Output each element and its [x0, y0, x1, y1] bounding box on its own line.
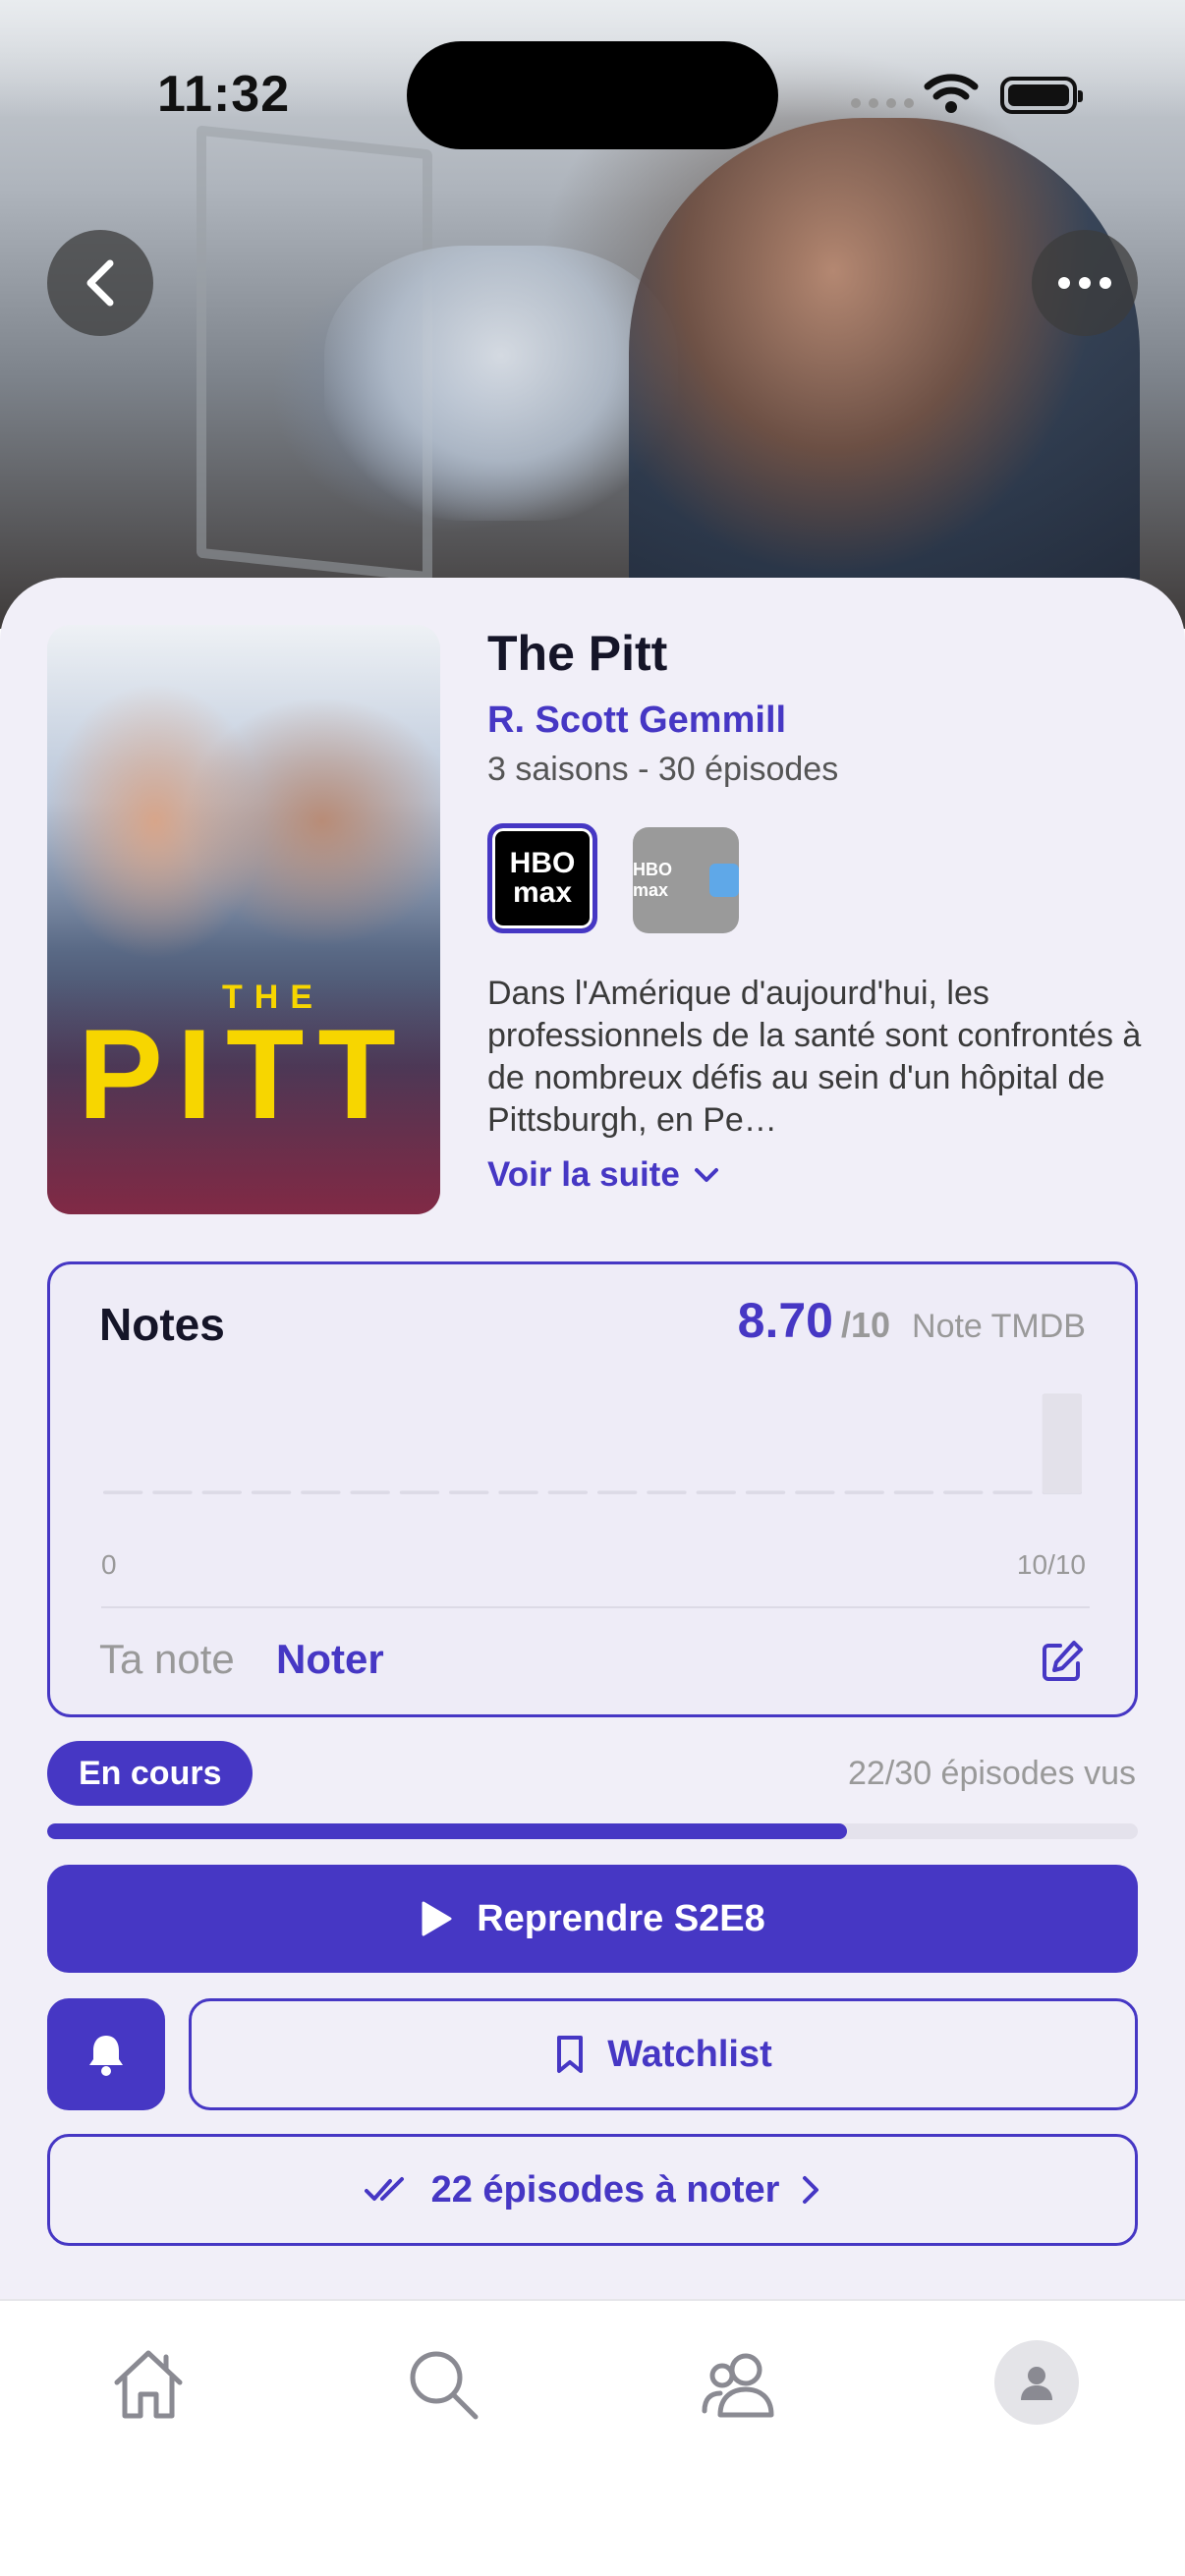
- tab-bar: [0, 2299, 1185, 2576]
- tmdb-score: 8.70 /10 Note TMDB: [738, 1292, 1086, 1349]
- wifi-icon: [924, 74, 979, 113]
- rate-episodes-button[interactable]: 22 épisodes à noter: [47, 2134, 1138, 2246]
- resume-label: Reprendre S2E8: [477, 1897, 765, 1939]
- status-bar: 11:32: [0, 0, 1185, 187]
- tab-social[interactable]: [698, 2340, 786, 2429]
- chevron-right-icon: [803, 2176, 819, 2204]
- chart-baseline-5: [301, 1490, 341, 1494]
- play-icon: [422, 1901, 452, 1936]
- chart-baseline-6: [350, 1490, 390, 1494]
- people-icon: [702, 2353, 774, 2418]
- double-check-icon: [364, 2177, 404, 2201]
- bell-icon: [89, 2036, 123, 2076]
- chart-baseline-10: [547, 1490, 588, 1494]
- watch-progress-fill: [47, 1823, 847, 1839]
- chart-baseline-1: [103, 1490, 143, 1494]
- prime-video-icon: [708, 864, 739, 897]
- rate-button[interactable]: Noter: [276, 1636, 384, 1683]
- show-description: Dans l'Amérique d'aujourd'hui, les profe…: [487, 975, 1142, 1139]
- ellipsis-icon: [1058, 277, 1111, 289]
- edit-icon[interactable]: [1039, 1638, 1086, 1685]
- watchlist-button[interactable]: Watchlist: [189, 1998, 1138, 2110]
- rate-episodes-label: 22 épisodes à noter: [430, 2168, 780, 2211]
- resume-button[interactable]: Reprendre S2E8: [47, 1865, 1138, 1973]
- show-creator-link[interactable]: R. Scott Gemmill: [487, 700, 786, 742]
- ratings-card: Notes 8.70 /10 Note TMDB 0 10/10 Ta note…: [47, 1261, 1138, 1717]
- provider-label: HBO max: [633, 860, 672, 900]
- bookmark-icon: [557, 2036, 584, 2073]
- back-button[interactable]: [47, 230, 153, 336]
- chart-baseline-18: [943, 1490, 984, 1494]
- clock: 11:32: [157, 66, 291, 123]
- dynamic-island: [407, 41, 778, 149]
- ratings-title: Notes: [99, 1299, 225, 1350]
- score-max: /10: [840, 1305, 891, 1345]
- chart-baseline-13: [696, 1490, 736, 1494]
- chart-baseline-12: [647, 1490, 687, 1494]
- show-poster: THE PITT: [47, 625, 440, 1214]
- more-options-button[interactable]: [1032, 230, 1138, 336]
- provider-hbo-max[interactable]: HBO max: [487, 823, 597, 933]
- hero-figure: [629, 118, 1140, 629]
- ratings-distribution-chart: [103, 1393, 1082, 1494]
- watch-progress-bar: [47, 1823, 1138, 1839]
- axis-max-label: 10/10: [1016, 1549, 1086, 1580]
- chart-baseline-14: [745, 1490, 786, 1494]
- provider-label: HBO max: [509, 847, 576, 909]
- tab-search[interactable]: [399, 2340, 487, 2429]
- divider: [101, 1606, 1090, 1608]
- chart-baseline-16: [844, 1490, 884, 1494]
- watchlist-label: Watchlist: [607, 2033, 772, 2075]
- your-rating-label: Ta note: [99, 1636, 235, 1682]
- chart-baseline-8: [449, 1490, 489, 1494]
- chevron-down-icon: [694, 1168, 718, 1182]
- chart-baseline-17: [893, 1490, 934, 1494]
- home-icon: [114, 2350, 183, 2419]
- episodes-watched-count: 22/30 épisodes vus: [848, 1755, 1136, 1792]
- battery-icon: [1000, 77, 1083, 114]
- chart-baseline-3: [201, 1490, 242, 1494]
- tab-profile[interactable]: [994, 2340, 1079, 2425]
- chart-bar-20: [1042, 1393, 1082, 1494]
- score-source: Note TMDB: [912, 1308, 1086, 1345]
- chevron-left-icon: [86, 259, 114, 307]
- tab-home[interactable]: [104, 2340, 193, 2429]
- axis-min-label: 0: [101, 1549, 117, 1580]
- chart-baseline-2: [152, 1490, 193, 1494]
- watch-status-badge[interactable]: En cours: [47, 1741, 254, 1806]
- avatar-icon: [1021, 2367, 1052, 2400]
- chart-baseline-11: [597, 1490, 638, 1494]
- chart-baseline-9: [498, 1490, 538, 1494]
- cellular-signal-icon: [851, 98, 914, 108]
- chart-baseline-15: [795, 1490, 835, 1494]
- search-icon: [410, 2351, 479, 2420]
- chart-baseline-19: [992, 1490, 1033, 1494]
- chart-baseline-7: [399, 1490, 440, 1494]
- notifications-button[interactable]: [47, 1998, 165, 2110]
- chart-baseline-4: [251, 1490, 292, 1494]
- poster-logo: PITT: [78, 1002, 410, 1146]
- provider-hbo-max-amazon[interactable]: HBO max: [633, 827, 739, 933]
- hero-crowd: [324, 246, 678, 521]
- score-value: 8.70: [737, 1293, 833, 1348]
- read-more-label: Voir la suite: [487, 1155, 680, 1194]
- read-more-link[interactable]: Voir la suite: [487, 1155, 719, 1195]
- show-meta: 3 saisons - 30 épisodes: [487, 751, 839, 788]
- show-title: The Pitt: [487, 626, 668, 681]
